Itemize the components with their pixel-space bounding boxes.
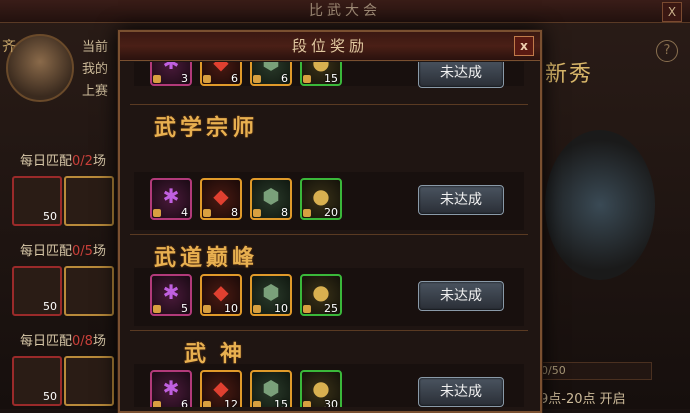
- reward-item[interactable]: ● 20: [300, 178, 342, 220]
- claim-button[interactable]: 未达成: [418, 377, 504, 407]
- rank-rewards-dialog: 段位奖励 x ✱ 3 ◆ 6 ⬢ 6 ● 15 未达成 武学宗师 ✱ 4 ◆ 8 ⬢ 8 ● 2…: [118, 30, 542, 413]
- reward-item[interactable]: ◆ 12: [200, 370, 242, 407]
- progress-bar: 0/50: [540, 362, 652, 380]
- daily-reward-slot[interactable]: 50: [12, 266, 62, 316]
- tier-title: 武学宗师: [154, 116, 259, 141]
- info-line-last-season: 上赛: [82, 84, 109, 99]
- lock-icon: [203, 209, 211, 217]
- purple-crystal-icon: ✱: [162, 280, 180, 304]
- gold-nugget-icon: ●: [312, 376, 330, 400]
- lock-icon: [253, 305, 261, 313]
- lock-icon: [303, 75, 311, 83]
- lock-icon: [253, 75, 261, 83]
- reward-item[interactable]: ✱ 6: [150, 370, 192, 407]
- red-gem-icon: ◆: [213, 184, 229, 208]
- reward-item[interactable]: ● 25: [300, 274, 342, 316]
- info-line-current: 当前: [82, 40, 109, 55]
- daily-reward-slot[interactable]: 50: [12, 356, 62, 406]
- purple-crystal-icon: ✱: [162, 184, 180, 208]
- daily-match-2: 每日匹配0/5场: [20, 244, 106, 259]
- reward-item[interactable]: ◆ 6: [200, 62, 242, 86]
- reward-item[interactable]: ✱ 5: [150, 274, 192, 316]
- reward-item[interactable]: ⬢ 10: [250, 274, 292, 316]
- lock-icon: [303, 305, 311, 313]
- red-gem-icon: ◆: [213, 376, 229, 400]
- lock-icon: [203, 401, 211, 407]
- gold-nugget-icon: ●: [312, 280, 330, 304]
- tier-header: 武学宗师: [134, 108, 524, 144]
- jade-token-icon: ⬢: [262, 184, 280, 208]
- window-title: 比武大会: [0, 0, 690, 23]
- rank-emblem: [545, 130, 655, 280]
- dialog-title: 段位奖励: [120, 32, 540, 61]
- reward-item[interactable]: ⬢ 6: [250, 62, 292, 86]
- jade-token-icon: ⬢: [262, 376, 280, 400]
- progress-text: 0/50: [541, 364, 566, 377]
- jade-token-icon: ⬢: [262, 280, 280, 304]
- gold-nugget-icon: ●: [312, 184, 330, 208]
- daily-reward-slot[interactable]: [64, 266, 114, 316]
- daily-match-3: 每日匹配0/8场: [20, 334, 106, 349]
- lock-icon: [153, 75, 161, 83]
- purple-crystal-icon: ✱: [162, 376, 180, 400]
- lock-icon: [203, 305, 211, 313]
- lock-icon: [253, 209, 261, 217]
- daily-reward-slot[interactable]: [64, 176, 114, 226]
- lock-icon: [153, 209, 161, 217]
- divider: [130, 330, 528, 331]
- lock-icon: [203, 75, 211, 83]
- reward-item[interactable]: ◆ 8: [200, 178, 242, 220]
- open-time-text: 9点-20点 开启: [540, 392, 626, 407]
- reward-item[interactable]: ◆ 10: [200, 274, 242, 316]
- claim-button[interactable]: 未达成: [418, 62, 504, 88]
- window-close-button[interactable]: X: [662, 2, 682, 22]
- claim-button[interactable]: 未达成: [418, 281, 504, 311]
- help-icon[interactable]: ?: [656, 40, 678, 62]
- reward-item[interactable]: ● 30: [300, 370, 342, 407]
- rank-title: 新秀: [545, 62, 594, 87]
- divider: [130, 234, 528, 235]
- divider: [130, 104, 528, 105]
- info-line-mine: 我的: [82, 62, 109, 77]
- daily-match-1: 每日匹配0/2场: [20, 154, 106, 169]
- player-avatar[interactable]: [6, 34, 74, 102]
- lock-icon: [303, 209, 311, 217]
- reward-item[interactable]: ● 15: [300, 62, 342, 86]
- claim-button[interactable]: 未达成: [418, 185, 504, 215]
- lock-icon: [153, 305, 161, 313]
- red-gem-icon: ◆: [213, 280, 229, 304]
- lock-icon: [253, 401, 261, 407]
- dialog-close-button[interactable]: x: [514, 36, 534, 56]
- reward-item[interactable]: ⬢ 8: [250, 178, 292, 220]
- daily-reward-slot[interactable]: 50: [12, 176, 62, 226]
- daily-reward-slot[interactable]: [64, 356, 114, 406]
- reward-item[interactable]: ✱ 4: [150, 178, 192, 220]
- avatar-tag: 齐: [2, 39, 16, 55]
- lock-icon: [153, 401, 161, 407]
- lock-icon: [303, 401, 311, 407]
- rewards-list[interactable]: ✱ 3 ◆ 6 ⬢ 6 ● 15 未达成 武学宗师 ✱ 4 ◆ 8 ⬢ 8 ● 20 未达成 武…: [126, 62, 532, 407]
- reward-item[interactable]: ⬢ 15: [250, 370, 292, 407]
- reward-item[interactable]: ✱ 3: [150, 62, 192, 86]
